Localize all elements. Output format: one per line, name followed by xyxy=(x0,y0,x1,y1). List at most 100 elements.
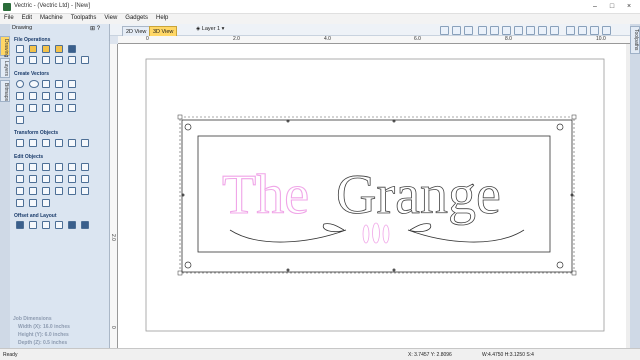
copy-along-icon[interactable] xyxy=(55,221,63,229)
sign-text-grange[interactable]: Grange xyxy=(336,164,502,227)
rotate-icon[interactable] xyxy=(55,139,63,147)
open-file-icon[interactable] xyxy=(29,45,37,53)
move-icon[interactable] xyxy=(16,139,24,147)
vertical-scrollbar[interactable] xyxy=(626,44,630,348)
array-copy-icon[interactable] xyxy=(29,221,37,229)
redo-icon[interactable] xyxy=(81,56,89,64)
join-icon[interactable] xyxy=(81,163,89,171)
offset-icon[interactable] xyxy=(16,221,24,229)
menu-view[interactable]: View xyxy=(100,14,121,22)
ellipse-icon[interactable] xyxy=(29,80,39,88)
dogbone-icon[interactable] xyxy=(16,199,24,207)
rectangle-icon[interactable] xyxy=(42,80,50,88)
wireframe-icon[interactable] xyxy=(578,26,587,35)
weld-icon[interactable] xyxy=(16,175,24,183)
maximize-button[interactable]: □ xyxy=(605,1,619,12)
save-icon[interactable] xyxy=(68,45,76,53)
circular-array-icon[interactable] xyxy=(42,221,50,229)
tile-icon[interactable] xyxy=(81,221,89,229)
menu-file[interactable]: File xyxy=(0,14,18,22)
transform-icon[interactable] xyxy=(42,163,50,171)
mirror-icon[interactable] xyxy=(68,139,76,147)
dimension-icon[interactable] xyxy=(55,104,63,112)
close-vector-icon[interactable] xyxy=(42,187,50,195)
trace-bitmap-icon[interactable] xyxy=(16,116,24,124)
bezier-icon[interactable] xyxy=(55,92,63,100)
tab-3d-view[interactable]: 3D View xyxy=(149,26,178,36)
tab-toolpaths[interactable]: Toolpaths xyxy=(630,26,640,54)
close-button[interactable]: × xyxy=(622,1,636,12)
circle-icon[interactable] xyxy=(16,80,24,88)
shade-icon[interactable] xyxy=(566,26,575,35)
job-depth: Depth (Z): 0.5 inches xyxy=(18,340,68,346)
extend-icon[interactable] xyxy=(81,175,89,183)
text-on-curve-icon[interactable] xyxy=(29,104,37,112)
view-side-icon[interactable] xyxy=(514,26,523,35)
close-icon[interactable] xyxy=(81,187,89,195)
import-bitmap-icon[interactable] xyxy=(55,45,63,53)
bridge-icon[interactable] xyxy=(29,199,37,207)
job-setup-icon[interactable] xyxy=(16,56,24,64)
layer-selector[interactable]: ◈ Layer 1 ▾ xyxy=(196,26,224,32)
fillet-icon[interactable] xyxy=(68,175,76,183)
zoom-fit-icon[interactable] xyxy=(440,26,449,35)
polyline-icon[interactable] xyxy=(16,92,24,100)
arrow-icon[interactable] xyxy=(55,187,63,195)
snap-icon[interactable] xyxy=(464,26,473,35)
import-icon[interactable] xyxy=(42,45,50,53)
shr-icon[interactable] xyxy=(68,104,76,112)
pin-icon[interactable]: ⊞ ? xyxy=(90,25,100,32)
text-icon[interactable] xyxy=(16,104,24,112)
tab-drawing[interactable]: Drawing xyxy=(0,36,10,57)
menu-help[interactable]: Help xyxy=(152,14,172,22)
text-arc-icon[interactable] xyxy=(42,104,50,112)
copy-icon[interactable] xyxy=(42,56,50,64)
menu-edit[interactable]: Edit xyxy=(18,14,36,22)
distort-icon[interactable] xyxy=(81,139,89,147)
render-icon[interactable] xyxy=(590,26,599,35)
menu-machine[interactable]: Machine xyxy=(36,14,67,22)
spiral-icon[interactable] xyxy=(68,92,76,100)
tab-2d-view[interactable]: 2D View xyxy=(122,26,151,36)
intersect-icon[interactable] xyxy=(42,175,50,183)
subtract-icon[interactable] xyxy=(29,175,37,183)
right-side-tabs: Toolpaths xyxy=(630,24,640,360)
cleanup-icon[interactable] xyxy=(42,199,50,207)
material-icon[interactable] xyxy=(550,26,559,35)
curve-fit-icon[interactable] xyxy=(16,187,24,195)
group-icon[interactable] xyxy=(55,163,63,171)
measure-icon[interactable] xyxy=(68,187,76,195)
arc-icon[interactable] xyxy=(29,92,37,100)
tab-bitmaps[interactable]: Bitmaps xyxy=(0,80,10,102)
tab-layers[interactable]: Layers xyxy=(0,58,10,78)
view-front-icon[interactable] xyxy=(490,26,499,35)
ungroup-icon[interactable] xyxy=(68,163,76,171)
zoom-out-icon[interactable] xyxy=(538,26,547,35)
cut-icon[interactable] xyxy=(29,56,37,64)
new-file-icon[interactable] xyxy=(16,45,24,53)
view-iso-icon[interactable] xyxy=(502,26,511,35)
grid-icon[interactable] xyxy=(452,26,461,35)
align-icon[interactable] xyxy=(29,139,37,147)
menu-toolpaths[interactable]: Toolpaths xyxy=(67,14,101,22)
curve-icon[interactable] xyxy=(42,92,50,100)
nesting-icon[interactable] xyxy=(68,221,76,229)
view-top-icon[interactable] xyxy=(478,26,487,35)
polygon-icon[interactable] xyxy=(55,80,63,88)
node-edit-icon[interactable] xyxy=(29,163,37,171)
star-icon[interactable] xyxy=(68,80,76,88)
menu-gadgets[interactable]: Gadgets xyxy=(121,14,152,22)
trim-icon[interactable] xyxy=(55,175,63,183)
undo-icon[interactable] xyxy=(68,56,76,64)
drawing-viewport[interactable]: The Grange xyxy=(118,44,626,348)
scale-icon[interactable] xyxy=(42,139,50,147)
zoom-in-icon[interactable] xyxy=(526,26,535,35)
smart-trim-icon[interactable] xyxy=(29,187,37,195)
paste-icon[interactable] xyxy=(55,56,63,64)
sign-text-the[interactable]: The xyxy=(221,163,309,226)
select-icon[interactable] xyxy=(16,163,24,171)
drawing-canvas[interactable]: The Grange xyxy=(118,44,626,348)
window-title: Vectric - (Vectric Ltd) - [New] xyxy=(14,3,91,9)
minimize-button[interactable]: – xyxy=(588,1,602,12)
settings-icon[interactable] xyxy=(602,26,611,35)
